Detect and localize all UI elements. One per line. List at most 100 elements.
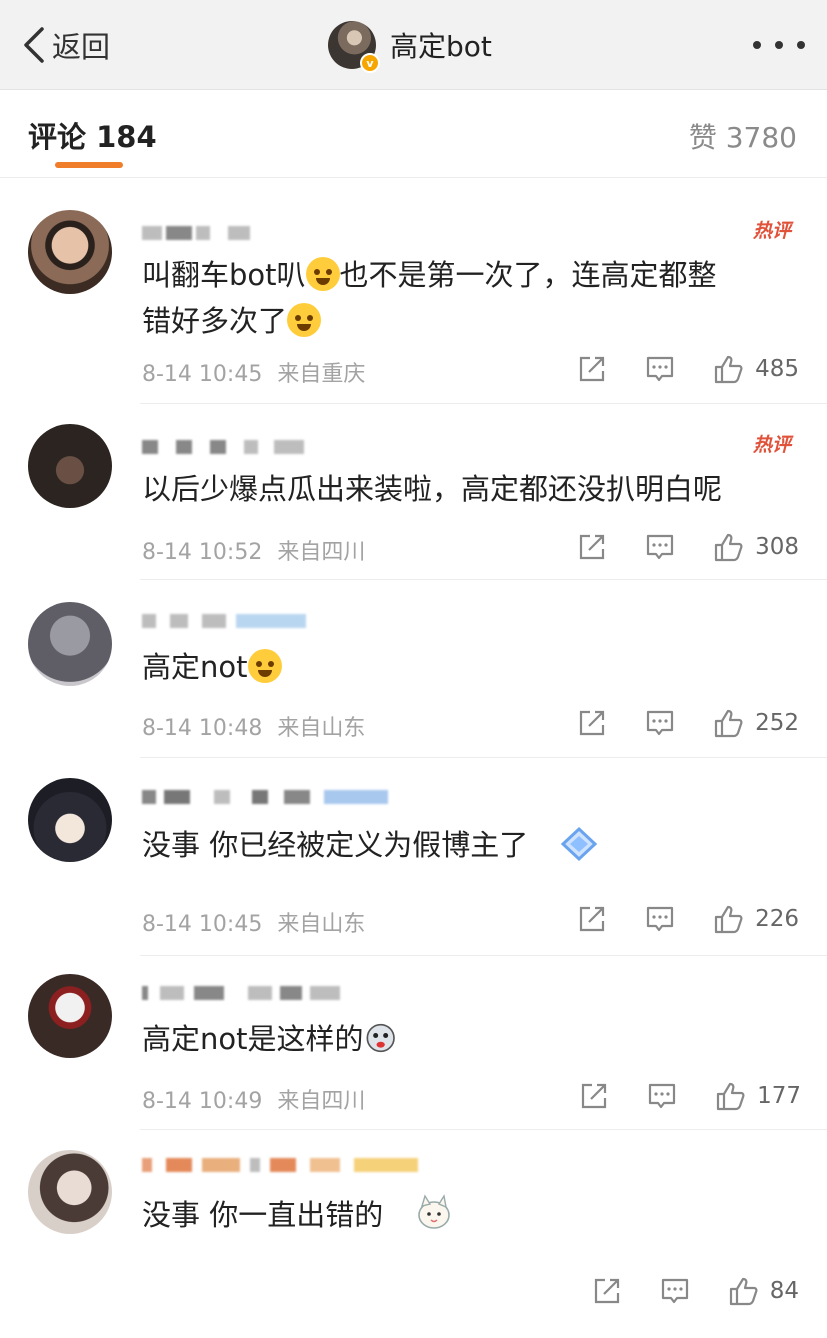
like-button[interactable]: 308 — [713, 532, 799, 562]
comment-meta: 8-14 10:48 来自山东 — [142, 710, 365, 742]
comment-time: 8-14 10:52 — [142, 540, 263, 565]
thumbs-up-icon — [714, 355, 743, 384]
like-count: 308 — [755, 534, 799, 560]
back-button[interactable]: 返回 — [20, 22, 110, 68]
share-icon — [579, 906, 605, 932]
comment-text: 以后少爆点瓜出来装啦，高定都还没扒明白呢 — [142, 472, 723, 506]
tab-likes[interactable]: 赞 3780 — [689, 116, 797, 156]
back-label: 返回 — [52, 30, 111, 64]
username-blurred[interactable] — [142, 220, 250, 246]
avatar[interactable] — [28, 974, 112, 1058]
share-icon — [579, 534, 605, 560]
page-title: 高定bot — [390, 30, 492, 63]
reply-button[interactable] — [660, 1276, 690, 1306]
comment-item: 没事 你一直出错的 84 — [0, 1130, 827, 1338]
reply-button[interactable] — [645, 708, 675, 738]
comment-icon — [661, 1278, 688, 1304]
hot-comment-badge: 热评 — [752, 220, 791, 242]
reply-button[interactable] — [647, 1081, 677, 1111]
comment-location: 来自四川 — [277, 1089, 366, 1114]
share-button[interactable] — [577, 904, 607, 934]
like-button[interactable]: 226 — [713, 904, 799, 934]
laughing-crying-emoji-icon — [305, 257, 340, 291]
verified-badge-icon: v — [360, 53, 380, 73]
comment-actions: 226 — [577, 904, 799, 934]
share-button[interactable] — [577, 532, 607, 562]
share-icon — [579, 356, 605, 382]
comment-item: 热评 叫翻车bot叭 也不是第一次了，连高定都整 错好多次了 8-14 10:45… — [0, 190, 827, 404]
husky-emoji-icon — [366, 1023, 395, 1053]
like-button[interactable]: 485 — [713, 354, 799, 384]
avatar[interactable] — [28, 424, 112, 508]
comment-actions: 308 — [577, 532, 799, 562]
comment-text: 叫翻车bot叭 也不是第一次了，连高定都整 错好多次了 — [142, 257, 717, 338]
username-blurred[interactable] — [142, 784, 388, 810]
avatar[interactable] — [28, 1150, 112, 1234]
thumbs-up-icon — [729, 1277, 758, 1306]
like-count: 177 — [757, 1083, 801, 1109]
comment-location: 来自山东 — [277, 716, 366, 741]
comment-actions: 84 — [592, 1276, 799, 1306]
reply-button[interactable] — [645, 904, 675, 934]
top-nav-bar: 返回 v 高定bot — [0, 0, 827, 90]
tab-bar: 评论 184 赞 3780 — [0, 90, 827, 178]
comment-text: 高定not — [142, 644, 802, 690]
like-count: 84 — [769, 1278, 799, 1304]
comment-item: 没事 你已经被定义为假博主了 8-14 10:45 来自山东 226 — [0, 758, 827, 956]
like-button[interactable]: 177 — [715, 1081, 801, 1111]
comment-time: 8-14 10:45 — [142, 912, 263, 937]
share-button[interactable] — [577, 708, 607, 738]
avatar[interactable] — [28, 210, 112, 294]
comment-item: 高定not 8-14 10:48 来自山东 252 — [0, 580, 827, 758]
avatar[interactable]: v — [328, 21, 380, 73]
comment-item: 热评 以后少爆点瓜出来装啦，高定都还没扒明白呢 8-14 10:52 来自四川 … — [0, 404, 827, 580]
like-button[interactable]: 84 — [728, 1276, 799, 1306]
comment-actions: 485 — [577, 354, 799, 384]
tab-comments[interactable]: 评论 184 — [28, 114, 157, 156]
username-blurred[interactable] — [142, 980, 340, 1006]
share-button[interactable] — [579, 1081, 609, 1111]
like-count: 485 — [755, 356, 799, 382]
more-options-icon[interactable] — [753, 30, 805, 60]
avatar[interactable] — [28, 602, 112, 686]
thumbs-up-icon — [716, 1082, 745, 1111]
comment-meta: 8-14 10:45 来自重庆 — [142, 356, 365, 388]
reply-button[interactable] — [645, 354, 675, 384]
comment-text: 高定not是这样的 — [142, 1016, 802, 1062]
comment-item: 高定not是这样的 8-14 10:49 来自四川 177 — [0, 956, 827, 1130]
account-header[interactable]: v 高定bot — [328, 20, 492, 73]
chevron-left-icon — [24, 27, 44, 63]
thumbs-up-icon — [714, 709, 743, 738]
comment-actions: 252 — [577, 708, 799, 738]
diamond-sticker-icon — [561, 826, 598, 862]
username-blurred[interactable] — [142, 1152, 418, 1178]
share-icon — [594, 1278, 619, 1304]
comment-text: 没事 你已经被定义为假博主了 — [142, 822, 802, 868]
share-button[interactable] — [577, 354, 607, 384]
active-tab-indicator — [55, 162, 123, 168]
like-button[interactable]: 252 — [713, 708, 799, 738]
share-button[interactable] — [592, 1276, 622, 1306]
comment-time: 8-14 10:48 — [142, 716, 263, 741]
comment-icon — [646, 356, 674, 382]
cat-sticker-icon — [418, 1194, 451, 1229]
thumbs-up-icon — [714, 533, 743, 562]
share-icon — [579, 710, 605, 736]
share-icon — [581, 1083, 607, 1109]
comment-icon — [646, 534, 674, 560]
reply-button[interactable] — [645, 532, 675, 562]
love-emoji-icon — [247, 649, 282, 683]
laughing-crying-emoji-icon — [287, 303, 322, 337]
comment-location: 来自重庆 — [277, 362, 366, 387]
avatar[interactable] — [28, 778, 112, 862]
comment-meta: 8-14 10:45 来自山东 — [142, 906, 365, 938]
comment-time: 8-14 10:49 — [142, 1089, 263, 1114]
comment-icon — [646, 710, 674, 736]
comment-meta: 8-14 10:49 来自四川 — [142, 1083, 365, 1115]
username-blurred[interactable] — [142, 608, 306, 634]
username-blurred[interactable] — [142, 434, 304, 460]
comment-location: 来自山东 — [277, 912, 366, 937]
thumbs-up-icon — [714, 905, 743, 934]
comment-actions: 177 — [579, 1081, 801, 1111]
hot-comment-badge: 热评 — [752, 434, 791, 456]
